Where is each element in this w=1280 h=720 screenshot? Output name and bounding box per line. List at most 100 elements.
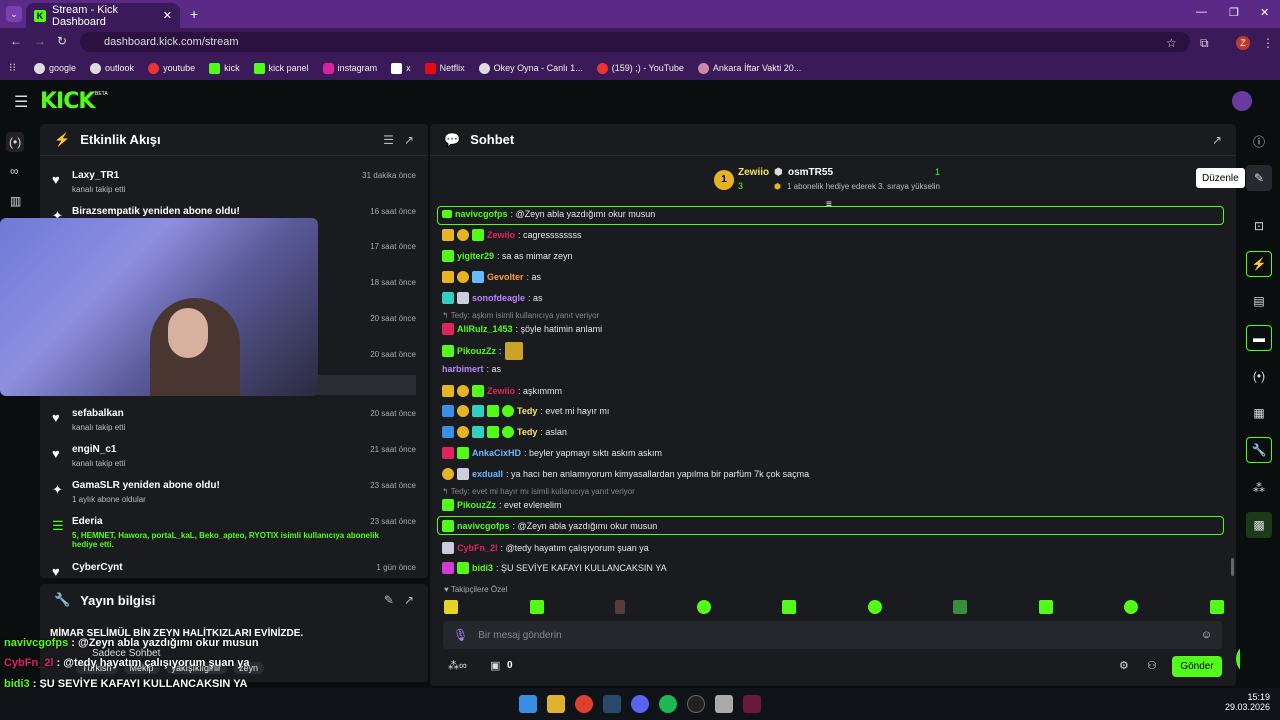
menu-icon[interactable]: ☰ — [14, 92, 28, 112]
popout-icon[interactable]: ↗ — [404, 593, 414, 607]
bookmarks-bar: ⁝⁝ google outlook youtube kick kick pane… — [0, 56, 1280, 80]
bookmark-kick-panel[interactable]: kick panel — [253, 62, 309, 74]
bookmark-youtube-2[interactable]: (159) ;) - YouTube — [596, 62, 684, 74]
chat-header: 💬 Sohbet ↗ — [430, 124, 1236, 156]
community-icon[interactable]: ⁂ — [1246, 475, 1272, 501]
chat-scrollbar[interactable] — [1231, 558, 1234, 576]
kick-logo[interactable]: KICK — [40, 89, 95, 114]
analytics-icon[interactable]: ▥ — [10, 194, 21, 208]
user-avatar[interactable] — [1232, 91, 1252, 111]
bookmark-ankara[interactable]: Ankara İftar Vakti 20... — [697, 62, 801, 74]
chat-message: yigiter29: sa as mimar zeyn — [442, 250, 573, 262]
edit-icon[interactable]: ✎ — [384, 593, 394, 607]
obs-icon[interactable] — [687, 695, 705, 713]
rank-badge-icon — [457, 271, 469, 283]
kick-header — [0, 80, 1280, 122]
reward-icon[interactable]: ⁂∞ — [448, 659, 467, 672]
stream-icon[interactable]: (•) — [6, 132, 25, 152]
new-tab-button[interactable]: + — [190, 6, 198, 22]
discord-icon[interactable] — [631, 695, 649, 713]
bookmark-youtube[interactable]: youtube — [148, 62, 195, 74]
bookmark-google[interactable]: google — [34, 62, 76, 74]
activity-toggle-icon[interactable]: ⚡ — [1246, 251, 1272, 277]
rank-badge-icon — [442, 468, 454, 480]
emote-icon[interactable] — [867, 600, 882, 614]
broadcast-icon[interactable]: (•) — [1246, 363, 1272, 389]
chat-toggle-icon[interactable]: ▬ — [1246, 325, 1272, 351]
reload-icon[interactable]: ↻ — [57, 34, 67, 48]
settings-gear-icon[interactable]: ⚙ — [1119, 659, 1129, 672]
tab-close-icon[interactable]: ✕ — [163, 9, 172, 22]
heart-icon: ♥ — [52, 172, 60, 187]
emote-icon[interactable] — [953, 600, 968, 614]
forward-icon[interactable]: → — [34, 34, 46, 48]
spotify-icon[interactable] — [659, 695, 677, 713]
microphone-icon[interactable]: 🎙 — [453, 628, 468, 642]
popout-icon[interactable]: ↗ — [404, 133, 414, 147]
bookmark-x[interactable]: x — [391, 62, 411, 74]
stream-info-header: 🔧 Yayın bilgisi ✎ ↗ — [40, 584, 428, 616]
bookmark-instagram[interactable]: instagram — [322, 62, 377, 74]
maximize-button[interactable]: ❐ — [1229, 6, 1239, 19]
link-icon[interactable]: ∞ — [10, 164, 19, 178]
chat-message: navivcgofps: @Zeyn abla yazdığımı okur m… — [442, 209, 655, 219]
badge-icon — [457, 468, 469, 480]
bookmark-star-icon[interactable]: ☆ — [1166, 36, 1177, 50]
bookmark-kick[interactable]: kick — [209, 62, 240, 74]
badge-icon — [442, 562, 454, 574]
minimize-button[interactable]: — — [1196, 6, 1207, 18]
bookmark-netflix[interactable]: Netflix — [424, 62, 465, 74]
second-gifter-name[interactable]: osmTR55 — [788, 167, 833, 178]
scene-icon[interactable]: ⊡ — [1246, 213, 1272, 239]
app-icon[interactable]: ▩ — [1246, 512, 1272, 538]
message-placeholder: Bir mesaj gönderin — [478, 629, 562, 641]
file-explorer-icon[interactable] — [547, 695, 565, 713]
clock-time: 15:19 — [1247, 692, 1270, 702]
moderation-icon[interactable]: ▦ — [1246, 400, 1272, 426]
send-button[interactable]: Gönder — [1172, 656, 1222, 677]
gift-icon[interactable]: ▣ — [490, 659, 500, 672]
back-icon[interactable]: ← — [10, 34, 22, 48]
emote-icon[interactable] — [782, 600, 797, 614]
browser-menu-icon[interactable]: ⋮ — [1262, 36, 1274, 50]
bookmark-okey[interactable]: Okey Oyna - Canlı 1... — [478, 62, 583, 74]
emote-icon[interactable] — [615, 600, 626, 614]
edit-icon[interactable]: ✎ — [1246, 165, 1272, 191]
emote-icon[interactable] — [696, 600, 711, 614]
app-icon[interactable] — [743, 695, 761, 713]
kick-icon — [253, 62, 265, 74]
rank-one-badge: 1 — [714, 170, 734, 190]
chat-message: Gevolter: as — [442, 271, 541, 283]
heart-icon: ♥ — [52, 564, 60, 578]
message-input[interactable]: 🎙 Bir mesaj gönderin ☺ — [443, 621, 1222, 649]
emote-icon[interactable] — [1209, 600, 1224, 614]
steam-icon[interactable] — [603, 695, 621, 713]
notes-icon[interactable]: ▤ — [1246, 288, 1272, 314]
address-bar[interactable]: dashboard.kick.com/stream — [80, 32, 1190, 52]
app-icon[interactable] — [715, 695, 733, 713]
emote-icon[interactable] — [529, 600, 544, 614]
stream-info-toggle-icon[interactable]: 🔧 — [1246, 437, 1272, 463]
emote-icon[interactable] — [1124, 600, 1139, 614]
clock[interactable]: 15:19 29.03.2026 — [1224, 692, 1270, 712]
emoji-icon[interactable]: ☺ — [1201, 629, 1212, 641]
chrome-icon[interactable] — [575, 695, 593, 713]
apps-icon[interactable]: ⁝⁝ — [9, 61, 16, 74]
emote-icon[interactable] — [1038, 600, 1053, 614]
top-gifter-name[interactable]: Zewiio — [738, 167, 769, 178]
users-icon[interactable]: ⚇ — [1147, 659, 1157, 672]
badge-icon — [442, 292, 454, 304]
tab-search-button[interactable]: ⌄ — [6, 6, 22, 22]
emote-icon[interactable] — [444, 600, 458, 614]
filter-icon[interactable]: ☰ — [383, 133, 394, 147]
extensions-icon[interactable]: ⧉ — [1200, 36, 1209, 51]
profile-avatar[interactable]: Z — [1236, 36, 1250, 50]
badge-icon — [442, 499, 454, 511]
start-icon[interactable] — [519, 695, 537, 713]
popout-icon[interactable]: ↗ — [1212, 133, 1222, 147]
browser-tab[interactable]: K Stream - Kick Dashboard ✕ — [26, 3, 180, 28]
bookmark-outlook[interactable]: outlook — [90, 62, 134, 74]
overlay-chat-line: navivcgofps : @Zeyn abla yazdığımı okur … — [4, 637, 259, 649]
info-icon[interactable]: ⓘ — [1246, 128, 1272, 154]
close-window-button[interactable]: ✕ — [1260, 6, 1269, 19]
